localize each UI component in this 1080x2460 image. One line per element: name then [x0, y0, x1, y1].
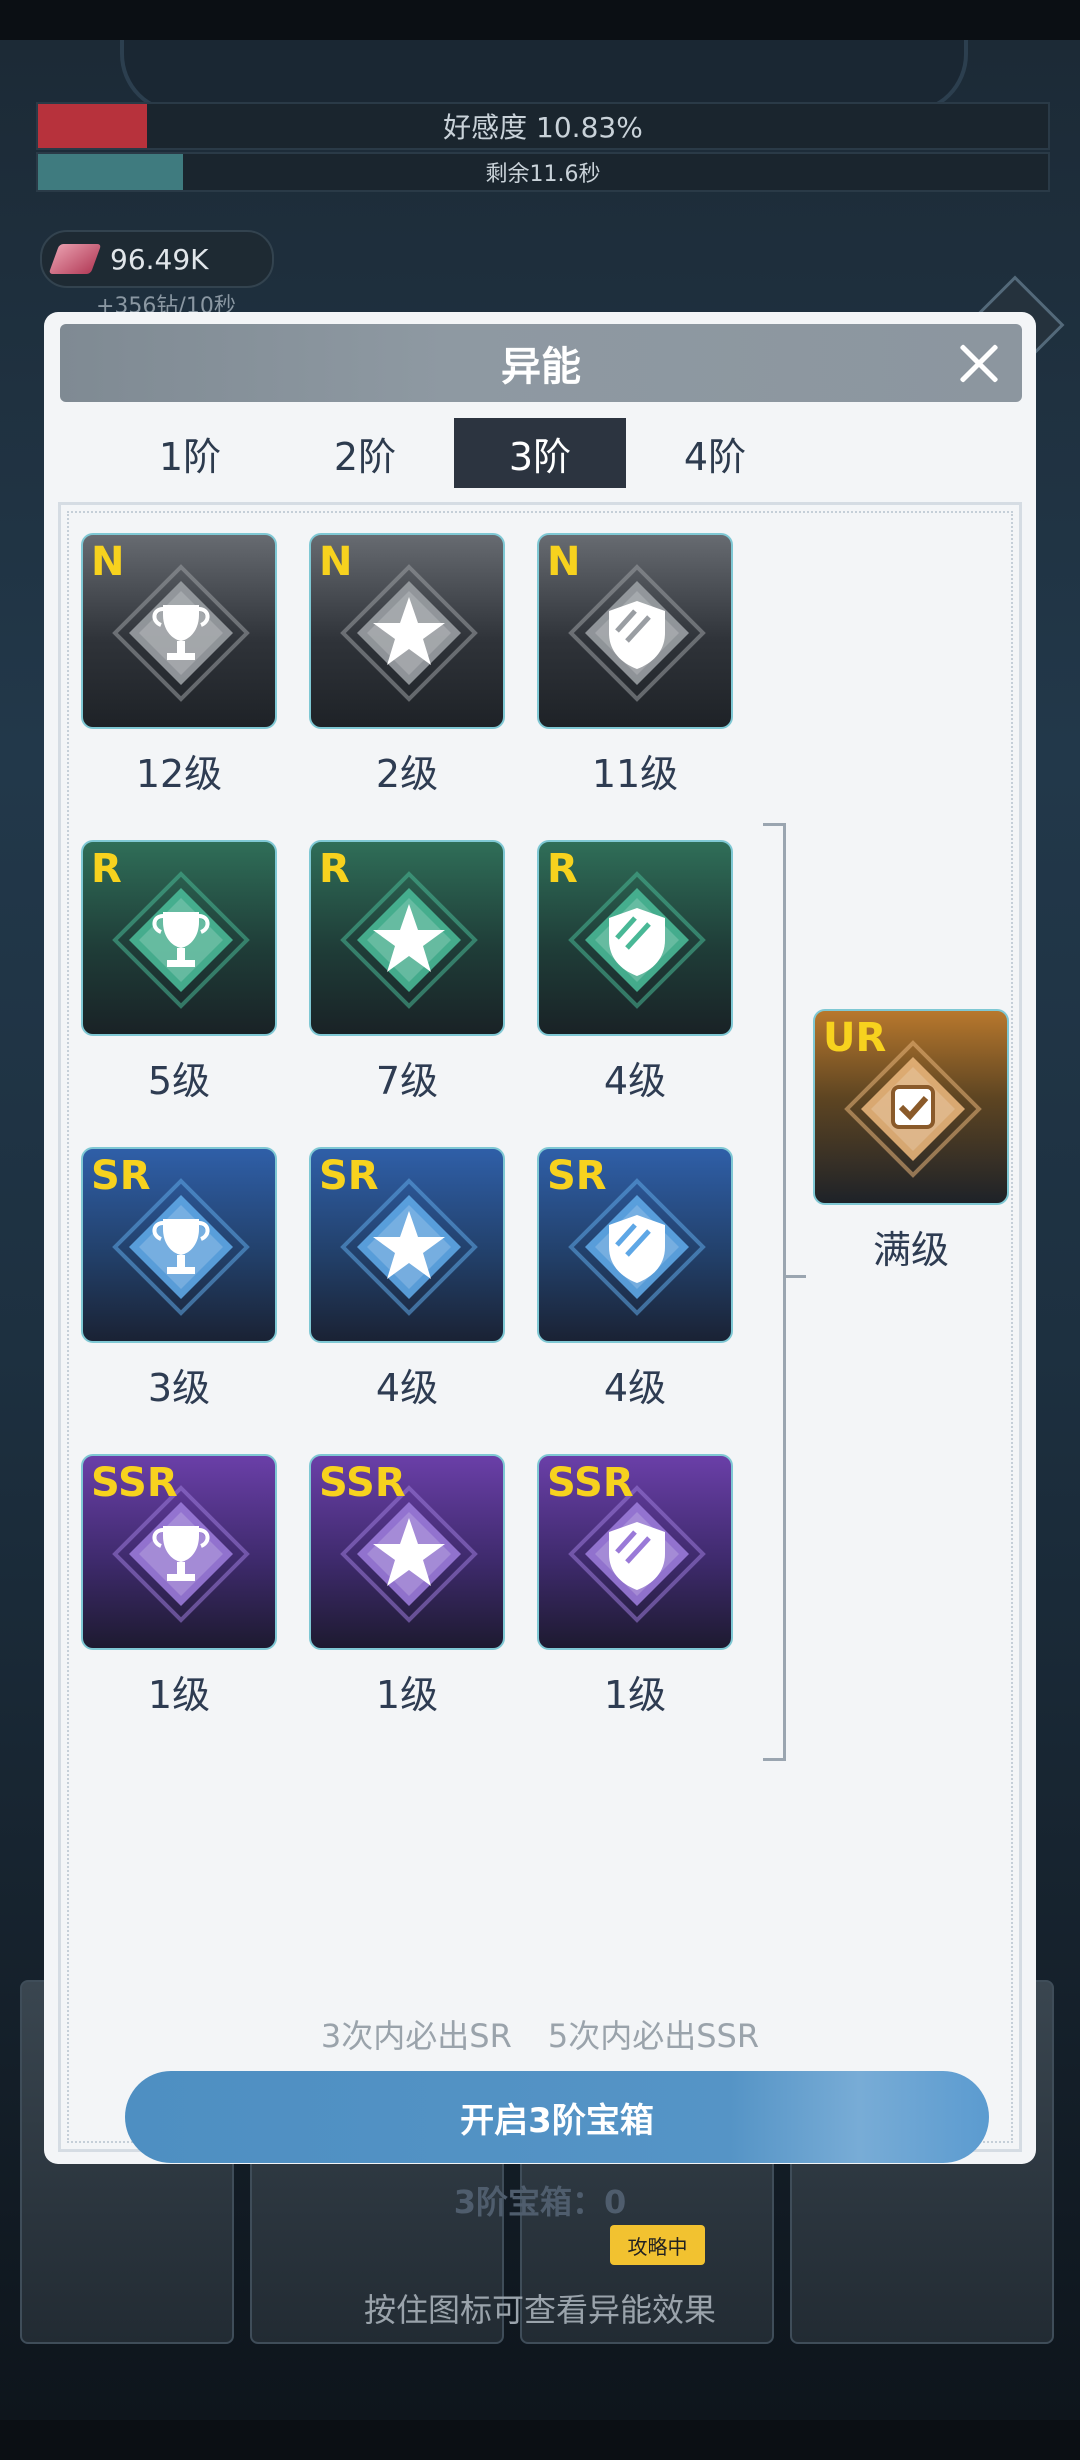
dialog-title: 异能	[501, 344, 581, 390]
chest-count: 3阶宝箱：0	[453, 2183, 627, 2221]
gem-amount: 96.49K	[110, 242, 209, 276]
rarity-label: N	[319, 539, 353, 585]
rarity-label: SR	[547, 1153, 607, 1199]
affection-bar: 好感度 10.83%	[36, 102, 1050, 150]
affection-label: 好感度 10.83%	[443, 111, 643, 144]
ability-panel: N 12级 N 2级 N 11级 R 5级 R 7级 R 4级 SR 3级 SR 4级 SR 4级 SSR 1级 SSR…	[58, 502, 1022, 2329]
ability-icon-box[interactable]: SSR	[537, 1454, 733, 1650]
ability-icon-box[interactable]: SSR	[309, 1454, 505, 1650]
ability-level: 1级	[147, 1673, 211, 1717]
rarity-label: SSR	[91, 1460, 178, 1506]
timer-bar: 剩余11.6秒	[36, 152, 1050, 192]
ability-icon-box[interactable]: SR	[537, 1147, 733, 1343]
ability-level: 4级	[603, 1366, 667, 1410]
ability-icon-box[interactable]: R	[537, 840, 733, 1036]
ability-item[interactable]: SSR 1级	[537, 1454, 733, 1719]
ability-level: 1级	[603, 1673, 667, 1717]
ability-icon-box[interactable]: SR	[81, 1147, 277, 1343]
guarantee-ssr: 5次内必出SSR	[547, 2017, 760, 2055]
ability-item[interactable]: N 2级	[309, 533, 505, 798]
rarity-label: R	[91, 846, 122, 892]
ability-level: 2级	[375, 752, 439, 796]
rarity-label: UR	[823, 1015, 887, 1061]
gem-icon	[48, 244, 102, 274]
ability-item[interactable]: SSR 1级	[309, 1454, 505, 1719]
ability-dialog: 异能 1阶 2阶 3阶 4阶 N 12级 N 2级 N 11级 R 5级 R 7级 R 4级 SR 3级 SR 4级…	[44, 312, 1036, 2329]
ability-level: 5级	[147, 1059, 211, 1103]
hint-text: 按住图标可查看异能效果	[363, 2291, 716, 2329]
status-badge: 攻略中	[610, 2225, 705, 2265]
ability-item[interactable]: N 12级	[81, 533, 277, 798]
ability-level: 3级	[147, 1366, 211, 1410]
close-icon[interactable]	[950, 334, 1008, 392]
ability-level: 满级	[872, 1228, 949, 1272]
rarity-label: SSR	[319, 1460, 406, 1506]
dialog-header: 异能	[60, 324, 1022, 402]
ability-level: 12级	[135, 752, 223, 796]
ability-icon-box[interactable]: N	[81, 533, 277, 729]
tab-tier-2[interactable]: 2阶	[279, 418, 451, 488]
ability-item[interactable]: SR 4级	[309, 1147, 505, 1412]
ability-item[interactable]: R 4级	[537, 840, 733, 1105]
ability-level: 1级	[375, 1673, 439, 1717]
ability-level: 4级	[375, 1366, 439, 1410]
rarity-label: R	[319, 846, 350, 892]
ability-item[interactable]: SR 4级	[537, 1147, 733, 1412]
tab-tier-3[interactable]: 3阶	[454, 418, 626, 488]
ability-item[interactable]: R 5级	[81, 840, 277, 1105]
guarantee-info: 3次内必出SR 5次内必出SSR	[61, 2011, 1019, 2057]
ability-icon-box[interactable]: R	[81, 840, 277, 1036]
ability-icon-box[interactable]: SSR	[81, 1454, 277, 1650]
ability-level: 7级	[375, 1059, 439, 1103]
ability-level: 4级	[603, 1059, 667, 1103]
ability-level: 11级	[591, 752, 679, 796]
rarity-label: R	[547, 846, 578, 892]
ability-icon-box[interactable]: N	[537, 533, 733, 729]
rarity-label: SR	[319, 1153, 379, 1199]
ability-item[interactable]: SR 3级	[81, 1147, 277, 1412]
merge-bracket-tick	[786, 1275, 806, 1278]
ability-icon-box[interactable]: UR	[813, 1009, 1009, 1205]
guarantee-sr: 3次内必出SR	[320, 2017, 512, 2055]
open-chest-button[interactable]: 开启3阶宝箱	[125, 2071, 989, 2163]
ability-item[interactable]: N 11级	[537, 533, 733, 798]
ability-icon-box[interactable]: N	[309, 533, 505, 729]
ability-item[interactable]: R 7级	[309, 840, 505, 1105]
tier-tabs: 1阶 2阶 3阶 4阶	[104, 418, 784, 488]
ability-icon-box[interactable]: R	[309, 840, 505, 1036]
tab-tier-1[interactable]: 1阶	[104, 418, 276, 488]
timer-label: 剩余11.6秒	[485, 162, 601, 187]
ability-icon-box[interactable]: SR	[309, 1147, 505, 1343]
rarity-label: N	[91, 539, 125, 585]
tab-tier-4[interactable]: 4阶	[629, 418, 801, 488]
gem-counter[interactable]: 96.49K	[40, 230, 274, 288]
rarity-label: SSR	[547, 1460, 634, 1506]
rarity-label: N	[547, 539, 581, 585]
rarity-label: SR	[91, 1153, 151, 1199]
merge-bracket	[763, 823, 786, 1761]
ultimate-ability-item[interactable]: UR 满级	[813, 1009, 1009, 1274]
ability-item[interactable]: SSR 1级	[81, 1454, 277, 1719]
